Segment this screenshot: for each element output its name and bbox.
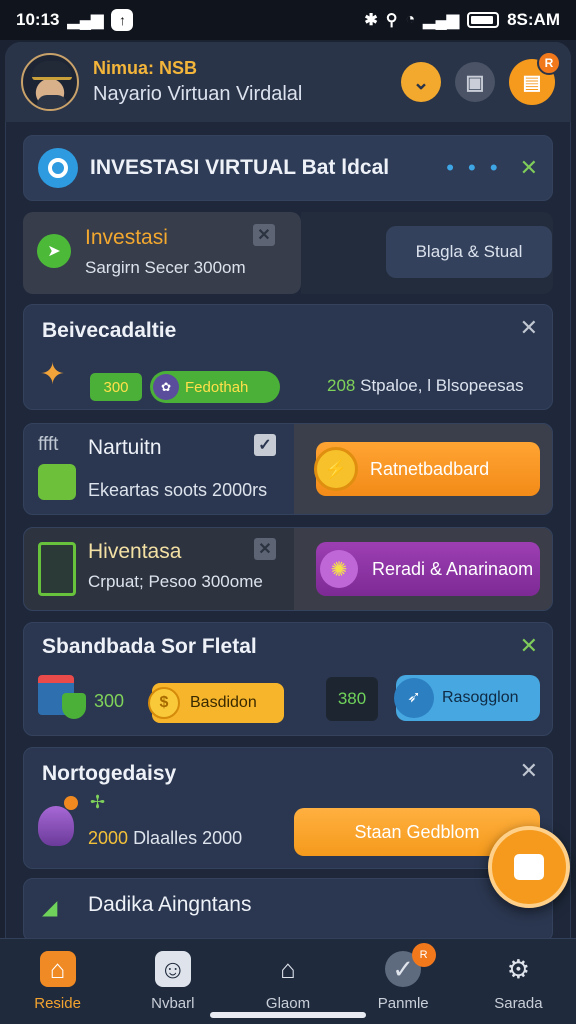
home-icon: ⌂ — [39, 951, 76, 987]
chevron-down-icon: ⌄ — [412, 71, 430, 94]
nav-label: Glaom — [265, 995, 311, 1012]
status-clock: 8S:AM — [507, 10, 560, 29]
card-title: Hiventasa — [88, 540, 182, 563]
chart-icon: ◢ — [42, 897, 58, 919]
close-icon[interactable]: ✕ — [520, 758, 538, 784]
target-icon — [38, 148, 78, 188]
button-label: Ratnetbadbard — [370, 458, 490, 479]
basdidon-button[interactable]: $ Basdidon — [148, 683, 284, 723]
button-label: Basdidon — [190, 694, 257, 711]
notes-button[interactable]: ▤ R — [509, 51, 561, 105]
card-beivecadaltie: Beivecadaltie ✕ ✦ 300 ✿ Fedothah 208 Stpa… — [23, 304, 553, 410]
onion-icon: ✦ — [40, 358, 66, 391]
investasi-card: ➤ Investasi Sargirn Secer 300om ✕ Blagla… — [23, 212, 553, 294]
status-bar: 10:13 ▂▄▆ ↑ ✱ ⚲ ◔ ▂▄▆ 8S:AM — [0, 0, 576, 40]
number-box: 380 — [326, 677, 378, 721]
nav-item-reside[interactable]: ⌂ Reside — [0, 939, 115, 1024]
card-hiventasa: Hiventasa Crpuat; Pesoo 300ome ✕ ✺ Reradi… — [23, 527, 553, 611]
nav-label: Sarada — [494, 995, 543, 1012]
card-title: Nartuitn — [88, 436, 162, 459]
card-dadika: ◢ Dadika Aingntans — [23, 878, 553, 942]
avatar[interactable] — [21, 53, 79, 111]
puzzle-icon: ✿ — [153, 374, 179, 400]
device-icon: ▣ — [465, 71, 485, 94]
checkbox[interactable]: ✕ — [254, 538, 276, 560]
card-title: Dadika Aingntans — [88, 893, 252, 916]
card-subtitle: Crpuat; Pesoo 300ome — [88, 572, 263, 591]
button-label: Reradi & Anarinaom — [372, 558, 534, 579]
briefcase-icon — [514, 854, 544, 880]
gear-icon: ⚙ — [506, 953, 531, 984]
leaf-icon: ➤ — [37, 234, 71, 268]
close-icon[interactable]: ✕ — [520, 633, 538, 659]
coin-icon: ⚡ — [314, 447, 358, 491]
investasi-subtitle: Sargirn Secer 300om — [85, 258, 246, 277]
stat-number: 2000 — [88, 828, 129, 848]
investasi-banner: INVESTASI VIRTUAL Bat ldcal • • • ✕ — [23, 135, 553, 201]
value-tag: 300 — [90, 373, 142, 401]
battery-icon — [467, 12, 500, 28]
card-sbandbada: Sbandbada Sor Fletal ✕ 300 $ Basdidon 380… — [23, 622, 553, 736]
banner-title: INVESTASI VIRTUAL Bat ldcal — [90, 156, 390, 179]
bluetooth-icon: ✱ — [364, 12, 378, 29]
signal-icon: ▂▄▆ — [67, 12, 104, 29]
building-icon: ⌂ — [280, 953, 296, 984]
close-icon[interactable]: ✕ — [520, 315, 538, 341]
card-nortogedaisy: Nortogedaisy ✕ ✢ 2000 Dlaalles 2000 Staa… — [23, 747, 553, 869]
close-icon[interactable]: ✕ — [520, 155, 538, 181]
wifi-icon: ◔ — [405, 11, 416, 28]
device-button[interactable]: ▣ — [455, 62, 495, 102]
dot-icon — [64, 796, 78, 810]
card-title: Sbandbada Sor Fletal — [42, 635, 257, 658]
button-label: Rasogglon — [442, 689, 519, 706]
stat-number: 208 — [327, 376, 356, 395]
checkbox[interactable]: ✕ — [253, 224, 275, 246]
user-name: Nimua: NSB — [93, 58, 198, 78]
profile-header: Nimua: NSB Nayario Virtuan Virdalal ⌄ ▣ … — [5, 42, 571, 122]
investasi-button[interactable]: Blagla & Stual — [386, 226, 552, 278]
sprout-icon: ✢ — [90, 792, 106, 812]
nav-label: Panmle — [377, 995, 429, 1012]
card-title: Beivecadaltie — [42, 319, 177, 342]
dropdown-button[interactable]: ⌄ — [401, 62, 441, 102]
upload-icon: ↑ — [111, 9, 134, 31]
grid-icon: ffft — [38, 434, 59, 455]
card-subtitle: Dlaalles 2000 — [133, 828, 243, 848]
notification-badge: R — [411, 943, 436, 967]
stat-number: 300 — [94, 691, 125, 711]
fedothah-button[interactable]: ✿ Fedothah — [150, 371, 280, 403]
gear-icon: ✺ — [320, 550, 358, 588]
investasi-title: Investasi — [85, 226, 168, 249]
user-subtitle: Nayario Virtuan Virdalal — [93, 83, 303, 105]
nav-label: Nvbarl — [151, 995, 195, 1012]
card-nartuitn: ffft Nartuitn Ekeartas soots 2000rs ✓ ⚡ R… — [23, 423, 553, 515]
face-icon: ☺ — [154, 951, 191, 987]
stat-text: Stpaloe, l Blsopeesas — [360, 376, 524, 395]
nav-item-sarada[interactable]: ⚙ Sarada — [461, 939, 576, 1024]
lantern-icon — [38, 806, 74, 846]
checkbox[interactable]: ✓ — [254, 434, 276, 456]
reradi-button[interactable]: ✺ Reradi & Anarinaom — [316, 542, 540, 596]
more-icon[interactable]: • • • — [446, 155, 501, 181]
briefcase-fab[interactable] — [488, 826, 570, 908]
shield-icon — [62, 693, 86, 719]
status-time: 10:13 — [16, 10, 60, 29]
pill-label: Fedothah — [185, 378, 249, 396]
document-icon: ▤ — [522, 71, 542, 94]
coin-icon: $ — [148, 687, 180, 719]
gift-icon — [38, 464, 76, 500]
card-title: Nortogedaisy — [42, 762, 177, 785]
rocket-icon: ➶ — [394, 678, 434, 718]
vibrate-icon: ⚲ — [385, 12, 398, 29]
nav-label: Reside — [34, 995, 81, 1012]
document-icon — [38, 542, 76, 596]
signal-bars-icon: ▂▄▆ — [423, 12, 460, 29]
ratnetbadbard-button[interactable]: ⚡ Ratnetbadbard — [314, 442, 540, 496]
notification-badge: R — [537, 51, 561, 75]
rasogglon-button[interactable]: ➶ Rasogglon — [394, 675, 540, 721]
card-subtitle: Ekeartas soots 2000rs — [88, 480, 268, 500]
home-indicator[interactable] — [210, 1012, 366, 1018]
